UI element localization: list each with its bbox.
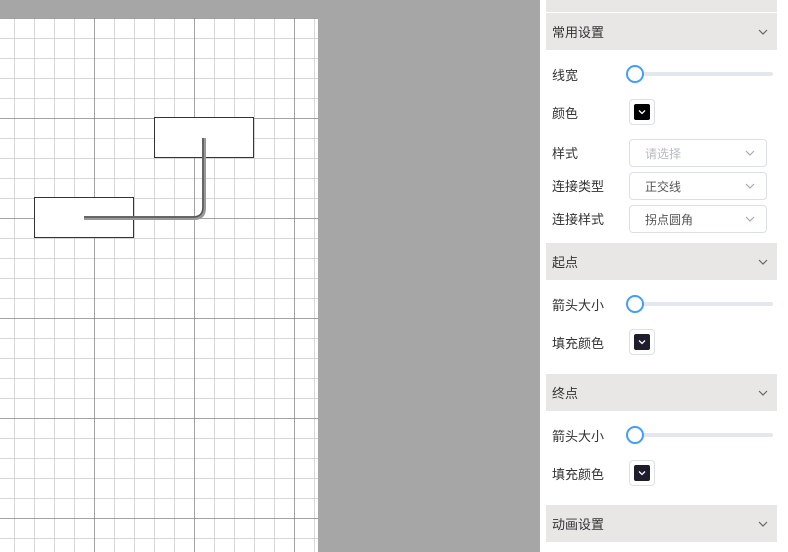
line-color-label: 颜色 (552, 105, 579, 121)
style-row: 样式 请选择 (552, 139, 772, 167)
end-arrow-size-label: 箭头大小 (552, 428, 605, 444)
start-arrow-size-row: 箭头大小 (552, 291, 773, 317)
connect-type-label: 连接类型 (552, 178, 605, 194)
style-label: 样式 (552, 145, 579, 161)
chevron-down-icon (758, 390, 768, 396)
line-color-row: 颜色 (552, 99, 772, 125)
connect-type-value: 正交线 (645, 179, 682, 194)
line-width-slider[interactable] (626, 61, 773, 87)
start-arrow-size-slider[interactable] (626, 291, 773, 317)
section-title-end: 终点 (552, 386, 579, 401)
line-width-label: 线宽 (552, 67, 579, 83)
chevron-down-icon (758, 259, 768, 265)
end-fill-color-picker[interactable] (629, 460, 655, 486)
slider-track[interactable] (634, 72, 773, 76)
slider-handle[interactable] (626, 65, 644, 83)
canvas-area[interactable] (0, 0, 540, 552)
color-swatch-fill (634, 104, 650, 120)
previous-section-edge (546, 0, 777, 12)
start-fill-color-label: 填充颜色 (552, 335, 605, 351)
slider-track[interactable] (634, 302, 773, 306)
start-fill-color-picker[interactable] (629, 329, 655, 355)
end-fill-color-label: 填充颜色 (552, 466, 605, 482)
start-fill-color-row: 填充颜色 (552, 329, 772, 355)
chevron-down-icon (758, 29, 768, 35)
end-fill-color-row: 填充颜色 (552, 460, 772, 486)
connect-style-select[interactable]: 拐点圆角 (629, 205, 767, 233)
end-arrow-size-slider[interactable] (626, 422, 773, 448)
style-select[interactable]: 请选择 (629, 139, 767, 167)
chevron-down-icon (638, 110, 646, 115)
connect-style-label: 连接样式 (552, 211, 605, 227)
panel-scroll-gutter (777, 0, 788, 552)
section-title-start: 起点 (552, 255, 579, 270)
section-title-common: 常用设置 (552, 25, 605, 40)
connect-type-row: 连接类型 正交线 (552, 172, 772, 200)
end-arrow-size-row: 箭头大小 (552, 422, 773, 448)
section-header-end[interactable]: 终点 (546, 374, 777, 411)
section-header-common[interactable]: 常用设置 (546, 13, 777, 50)
connect-type-select[interactable]: 正交线 (629, 172, 767, 200)
chevron-down-icon (638, 340, 646, 345)
connector-edge[interactable] (0, 18, 318, 552)
color-swatch-fill (634, 465, 650, 481)
slider-handle[interactable] (626, 295, 644, 313)
color-swatch-fill (634, 334, 650, 350)
slider-track[interactable] (634, 433, 773, 437)
start-arrow-size-label: 箭头大小 (552, 297, 605, 313)
style-select-placeholder: 请选择 (645, 146, 682, 161)
connect-style-row: 连接样式 拐点圆角 (552, 205, 772, 233)
chevron-down-icon (745, 216, 755, 222)
slider-handle[interactable] (626, 426, 644, 444)
connect-style-value: 拐点圆角 (645, 212, 694, 227)
chevron-down-icon (638, 471, 646, 476)
section-title-animation: 动画设置 (552, 517, 605, 532)
section-header-animation[interactable]: 动画设置 (546, 505, 777, 542)
chevron-down-icon (758, 521, 768, 527)
line-color-picker[interactable] (629, 99, 655, 125)
section-header-start[interactable]: 起点 (546, 243, 777, 280)
drawing-paper[interactable] (0, 18, 318, 552)
chevron-down-icon (745, 150, 755, 156)
properties-panel: 常用设置 线宽 颜色 样式 请选择 连接类型 正交线 连接样式 拐点圆角 起点 … (546, 0, 777, 552)
line-width-row: 线宽 (552, 61, 773, 87)
chevron-down-icon (745, 183, 755, 189)
